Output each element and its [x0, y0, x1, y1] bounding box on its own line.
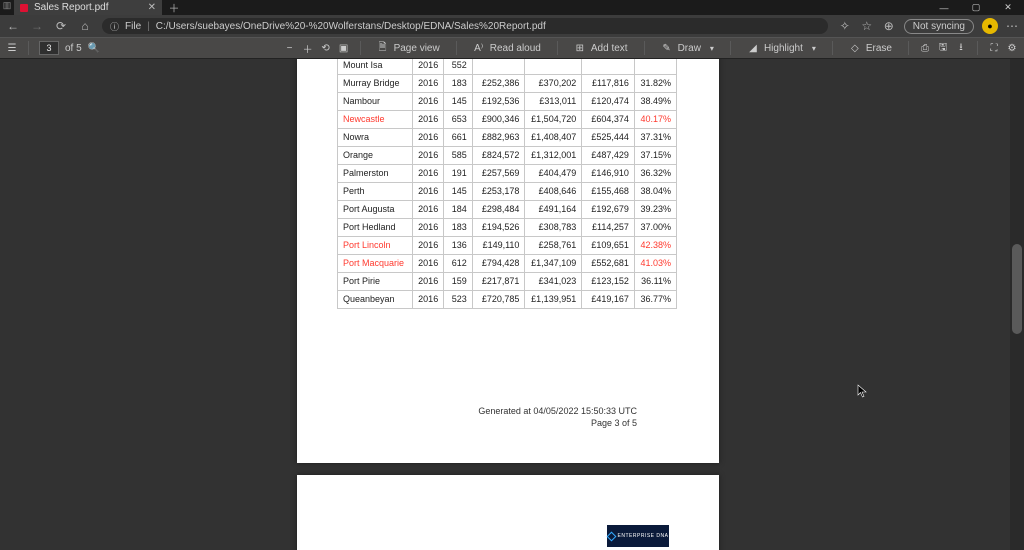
print-icon[interactable]: ⎙	[919, 43, 931, 54]
table-row: Mount Isa2016552	[338, 59, 677, 74]
zoom-out-button[interactable]: −	[284, 43, 296, 54]
settings-icon[interactable]: ⚙	[1006, 43, 1018, 54]
chevron-down-icon: ▾	[710, 44, 714, 53]
table-row: Port Macquarie2016612£794,428£1,347,109£…	[338, 254, 677, 272]
forward-button[interactable]: →	[30, 19, 44, 33]
enterprise-dna-logo: ENTERPRISE DNA	[607, 525, 669, 547]
tab-actions-icon[interactable]: ▥	[3, 0, 12, 11]
scrollbar-track[interactable]	[1010, 59, 1024, 550]
back-button[interactable]: ←	[6, 19, 20, 33]
table-row: Port Hedland2016183£194,526£308,783£114,…	[338, 218, 677, 236]
pdf-page-3: Mount Isa2016552Murray Bridge2016183£252…	[297, 59, 719, 463]
url-text: C:/Users/suebayes/OneDrive%20-%20Wolfers…	[156, 21, 546, 32]
close-tab-icon[interactable]: ✕	[148, 2, 156, 13]
table-row: Perth2016145£253,178£408,646£155,46838.0…	[338, 182, 677, 200]
address-bar: ← → ⟳ ⌂ ⓘ File | C:/Users/suebayes/OneDr…	[0, 15, 1024, 37]
page-indicator: Page 3 of 5	[478, 417, 637, 429]
table-row: Queanbeyan2016523£720,785£1,139,951£419,…	[338, 290, 677, 308]
page-view-icon: 🗎	[377, 40, 389, 57]
table-row: Port Lincoln2016136£149,110£258,761£109,…	[338, 236, 677, 254]
highlight-icon: ◢	[747, 43, 759, 54]
fit-page-icon[interactable]: ▣	[338, 43, 350, 54]
pdf-favicon	[20, 4, 28, 12]
page-view-button[interactable]: 🗎Page view	[371, 38, 446, 58]
table-row: Newcastle2016653£900,346£1,504,720£604,3…	[338, 110, 677, 128]
scrollbar-thumb[interactable]	[1012, 244, 1022, 334]
file-icon: ⓘ	[110, 20, 119, 33]
table-row: Nowra2016661£882,963£1,408,407£525,44437…	[338, 128, 677, 146]
read-aloud-button[interactable]: A⁾Read aloud	[467, 38, 547, 58]
draw-button[interactable]: ✎Draw▾	[655, 38, 720, 58]
generated-timestamp: Generated at 04/05/2022 15:50:33 UTC	[478, 405, 637, 417]
page-footer: Generated at 04/05/2022 15:50:33 UTC Pag…	[478, 405, 637, 429]
pdf-page-4: ENTERPRISE DNA Redcliffe2016214£252,825£…	[297, 475, 719, 550]
favorites-icon[interactable]: ☆	[860, 19, 874, 33]
save-icon[interactable]: 🖫	[937, 40, 949, 57]
browser-tab[interactable]: Sales Report.pdf ✕	[14, 0, 162, 15]
titlebar: ▥ Sales Report.pdf ✕ ＋ — ▢ ✕	[0, 0, 1024, 15]
contents-icon[interactable]: ☰	[6, 43, 18, 54]
zoom-in-button[interactable]: ＋	[302, 41, 314, 56]
fullscreen-icon[interactable]: ⛶	[988, 43, 1000, 54]
new-tab-button[interactable]: ＋	[162, 0, 186, 16]
chevron-down-icon: ▾	[812, 44, 816, 53]
home-button[interactable]: ⌂	[78, 19, 92, 33]
file-label: File	[125, 21, 141, 32]
read-aloud-icon: A⁾	[473, 43, 485, 54]
menu-button[interactable]: ⋯	[1006, 19, 1018, 33]
maximize-button[interactable]: ▢	[960, 0, 992, 15]
highlight-button[interactable]: ◢Highlight▾	[741, 38, 822, 58]
save-as-icon[interactable]: ⭳	[955, 40, 967, 57]
refresh-button[interactable]: ⟳	[54, 19, 68, 33]
erase-button[interactable]: ◇Erase	[843, 38, 898, 58]
search-icon[interactable]: 🔍	[88, 43, 100, 54]
url-box[interactable]: ⓘ File | C:/Users/suebayes/OneDrive%20-%…	[102, 18, 828, 34]
erase-icon: ◇	[849, 43, 861, 54]
collections-icon[interactable]: ⊕	[882, 19, 896, 33]
tab-title: Sales Report.pdf	[34, 2, 109, 13]
rotate-icon[interactable]: ⟲	[320, 43, 332, 54]
add-text-button[interactable]: ⊞Add text	[568, 38, 634, 58]
add-text-icon: ⊞	[574, 43, 586, 54]
table-row: Palmerston2016191£257,569£404,479£146,91…	[338, 164, 677, 182]
draw-icon: ✎	[661, 43, 673, 54]
mouse-cursor	[857, 384, 867, 398]
table-row: Orange2016585£824,572£1,312,001£487,4293…	[338, 146, 677, 164]
table-row: Port Pirie2016159£217,871£341,023£123,15…	[338, 272, 677, 290]
profile-avatar[interactable]: ●	[982, 18, 998, 34]
minimize-button[interactable]: —	[928, 0, 960, 15]
page-of-label: of 5	[65, 43, 82, 54]
pdf-toolbar: ☰ 3 of 5 🔍 − ＋ ⟲ ▣ 🗎Page view A⁾Read alo…	[0, 37, 1024, 59]
pdf-viewer[interactable]: Mount Isa2016552Murray Bridge2016183£252…	[0, 59, 1024, 550]
table-row: Murray Bridge2016183£252,386£370,202£117…	[338, 74, 677, 92]
table-row: Port Augusta2016184£298,484£491,164£192,…	[338, 200, 677, 218]
report-table: Mount Isa2016552Murray Bridge2016183£252…	[337, 59, 677, 309]
table-row: Nambour2016145£192,536£313,011£120,47438…	[338, 92, 677, 110]
read-mode-icon[interactable]: ✧	[838, 19, 852, 33]
sync-status[interactable]: Not syncing	[904, 19, 974, 34]
close-window-button[interactable]: ✕	[992, 0, 1024, 15]
page-number-input[interactable]: 3	[39, 41, 59, 55]
